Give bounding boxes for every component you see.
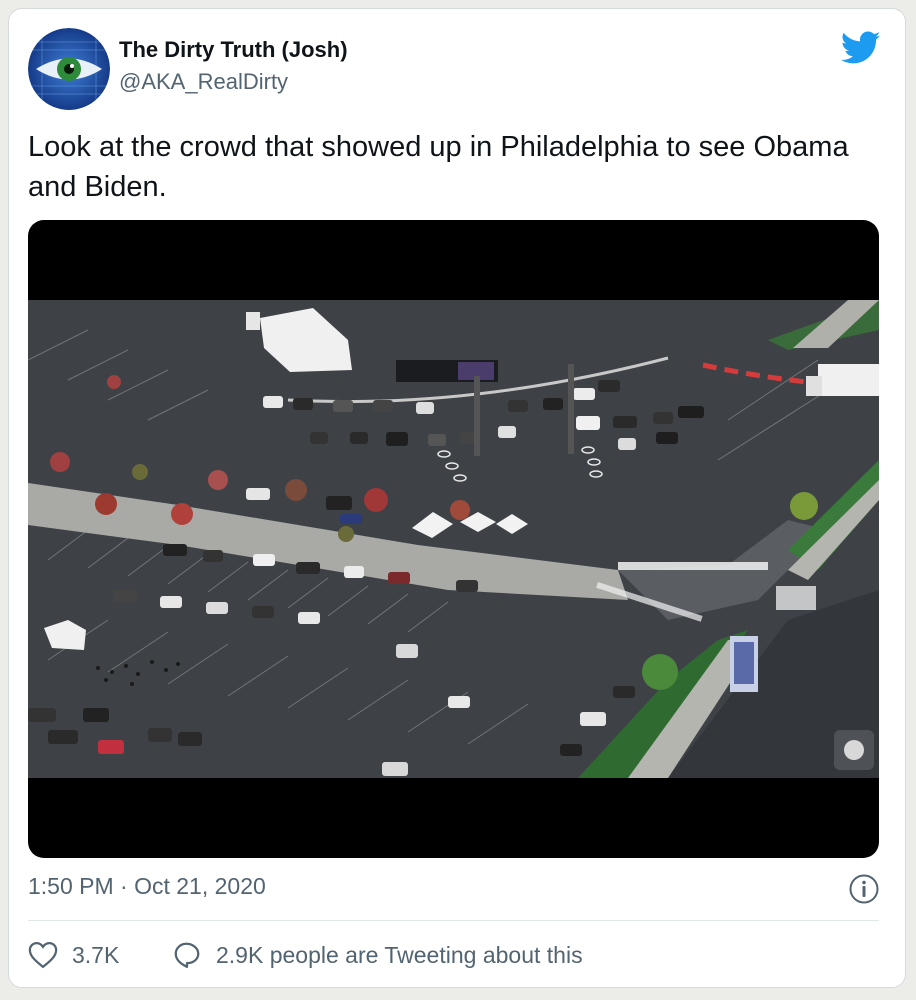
author-display-name[interactable]: The Dirty Truth (Josh)	[119, 37, 348, 63]
tweet-timestamp[interactable]: 1:50 PM · Oct 21, 2020	[28, 873, 266, 900]
tweet-card: The Dirty Truth (Josh) @AKA_RealDirty Lo…	[8, 8, 906, 988]
tweeting-about-this-text: 2.9K people are Tweeting about this	[216, 941, 583, 968]
twitter-bird-icon[interactable]	[841, 31, 881, 65]
speech-bubble-icon	[174, 942, 200, 968]
aerial-parking-lot-video-frame	[28, 300, 879, 778]
like-count: 3.7K	[72, 941, 120, 968]
heart-icon	[28, 941, 58, 969]
avatar[interactable]	[28, 28, 110, 110]
actions-divider	[28, 920, 879, 921]
info-icon[interactable]	[848, 873, 880, 905]
eye-avatar-icon	[28, 28, 110, 110]
tweeting-about-this-link[interactable]: 2.9K people are Tweeting about this	[172, 941, 583, 969]
tweet-text: Look at the crowd that showed up in Phil…	[28, 131, 849, 203]
tweet-video[interactable]	[28, 220, 879, 858]
like-button[interactable]: 3.7K	[28, 941, 119, 969]
author-handle[interactable]: @AKA_RealDirty	[119, 69, 288, 95]
